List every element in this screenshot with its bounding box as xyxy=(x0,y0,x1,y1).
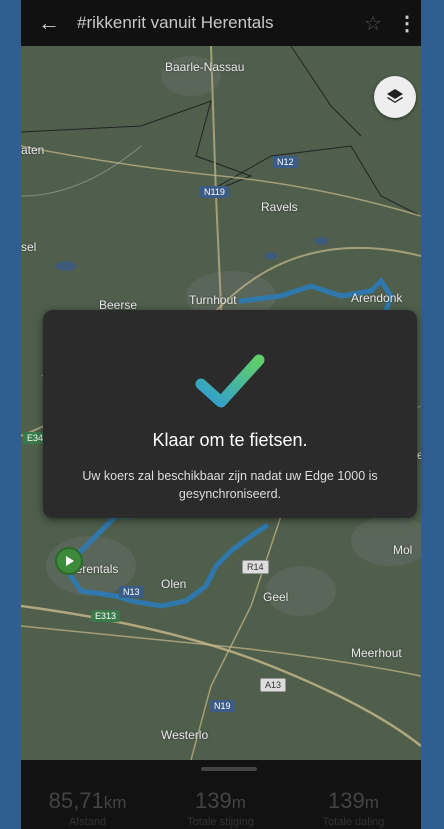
stat-descent-unit: m xyxy=(364,793,379,812)
layers-icon[interactable] xyxy=(374,76,416,118)
road-label-e313: E313 xyxy=(91,610,121,622)
stat-ascent-value: 139 xyxy=(195,788,232,813)
place-meerhout: Meerhout xyxy=(351,646,402,660)
stat-distance-label: Afstand xyxy=(68,816,107,828)
road-label-a13: A13 xyxy=(260,678,287,692)
place-olen: Olen xyxy=(161,577,187,591)
place-geel: Geel xyxy=(263,590,289,604)
stat-ascent-label: Totale stijging xyxy=(187,816,254,828)
stat-distance: 85,71km Afstand xyxy=(21,788,154,828)
page-title: #rikkenrit vanuit Herentals xyxy=(77,13,274,32)
arrow-left-icon[interactable]: ← xyxy=(21,10,77,36)
app-bar: ← #rikkenrit vanuit Herentals ☆ ⋮ xyxy=(21,0,421,46)
stat-ascent-unit: m xyxy=(231,793,246,812)
road-label-n119: N119 xyxy=(200,186,229,198)
place-ravels: Ravels xyxy=(261,200,298,214)
stat-ascent: 139m Totale stijging xyxy=(154,788,287,828)
stat-descent-label: Totale daling xyxy=(322,816,385,828)
drag-handle[interactable] xyxy=(201,767,257,771)
dialog-heading: Klaar om te fietsen. xyxy=(152,430,308,450)
star-outline-icon[interactable]: ☆ xyxy=(353,11,393,36)
more-vertical-icon[interactable]: ⋮ xyxy=(393,11,421,36)
ready-dialog[interactable]: Klaar om te fietsen. Uw koers zal beschi… xyxy=(43,310,417,518)
road-label-n12: N12 xyxy=(273,156,298,168)
place-arendonk: Arendonk xyxy=(351,291,403,305)
road-label-n13: N13 xyxy=(119,586,144,598)
road-label-n19: N19 xyxy=(210,700,235,712)
dialog-message: Uw koers zal beschikbaar zijn nadat uw E… xyxy=(82,469,378,501)
road-label-r14: R14 xyxy=(242,560,269,574)
play-icon[interactable] xyxy=(55,547,83,575)
place-baarle-nassau: Baarle-Nassau xyxy=(165,60,245,74)
route-stats-panel: 85,71km Afstand 139m Totale stijging 139… xyxy=(21,760,421,829)
place-mol: Mol xyxy=(393,543,413,557)
place-sel: sel xyxy=(21,240,37,254)
place-aten: aten xyxy=(21,143,45,157)
place-westerlo: Westerlo xyxy=(161,728,209,742)
checkmark-icon xyxy=(195,354,265,408)
stat-descent: 139m Totale daling xyxy=(287,788,420,828)
place-turnhout: Turnhout xyxy=(189,293,237,307)
stat-distance-unit: km xyxy=(103,793,127,812)
stat-descent-value: 139 xyxy=(328,788,365,813)
stat-distance-value: 85,71 xyxy=(48,788,104,813)
